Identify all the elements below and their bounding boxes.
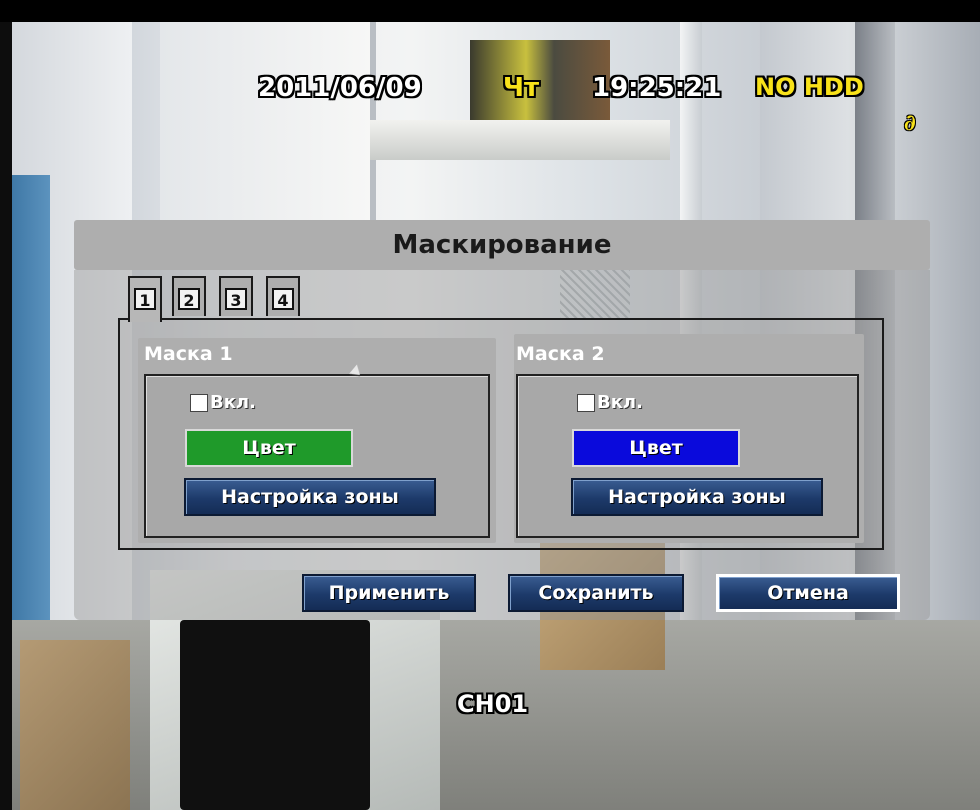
dialog-title: Маскирование	[392, 230, 612, 260]
mask-1-enable[interactable]: Вкл.	[190, 392, 256, 413]
tab-4-label: 4	[272, 288, 294, 310]
save-button[interactable]: Сохранить	[508, 574, 684, 612]
tab-4[interactable]: 4	[266, 276, 300, 316]
computer-front	[180, 620, 370, 810]
osd-channel: CH01	[457, 690, 529, 718]
tab-2-label: 2	[178, 288, 200, 310]
mask-2-zone-button[interactable]: Настройка зоны	[571, 478, 823, 516]
osd-weekday: Чт	[503, 73, 540, 103]
tab-3-label: 3	[225, 288, 247, 310]
osd-time: 19:25:21	[592, 73, 722, 103]
shelf	[370, 120, 670, 160]
door	[160, 22, 376, 222]
osd-date: 2011/06/09	[258, 73, 422, 103]
osd-hdd-status: NO HDD	[755, 73, 864, 101]
mask-2-enable-label: Вкл.	[597, 392, 643, 413]
top-black-bar	[0, 0, 980, 22]
mask-2-enable[interactable]: Вкл.	[577, 392, 643, 413]
tab-1-label: 1	[134, 288, 156, 310]
cardboard-box-left	[20, 640, 130, 810]
mask-2-color-button[interactable]: Цвет	[572, 429, 740, 467]
mask-1-enable-checkbox[interactable]	[190, 393, 208, 412]
left-black-strip	[0, 22, 12, 810]
shelf-items	[470, 40, 610, 125]
mask-1-title: Маска 1	[144, 343, 233, 365]
mask-1-color-button[interactable]: Цвет	[185, 429, 353, 467]
tab-3[interactable]: 3	[219, 276, 253, 316]
dialog-titlebar: Маскирование	[74, 220, 930, 270]
rec-mode-icon: ∂	[904, 110, 916, 136]
mask-2-title: Маска 2	[516, 343, 605, 365]
mask-1-enable-label: Вкл.	[210, 392, 256, 413]
tab-1[interactable]: 1	[128, 276, 162, 322]
cancel-button[interactable]: Отмена	[716, 574, 900, 612]
mask-1-zone-button[interactable]: Настройка зоны	[184, 478, 436, 516]
blue-cabinet	[12, 175, 50, 655]
apply-button[interactable]: Применить	[302, 574, 476, 612]
tab-2[interactable]: 2	[172, 276, 206, 316]
mask-2-enable-checkbox[interactable]	[577, 393, 595, 412]
